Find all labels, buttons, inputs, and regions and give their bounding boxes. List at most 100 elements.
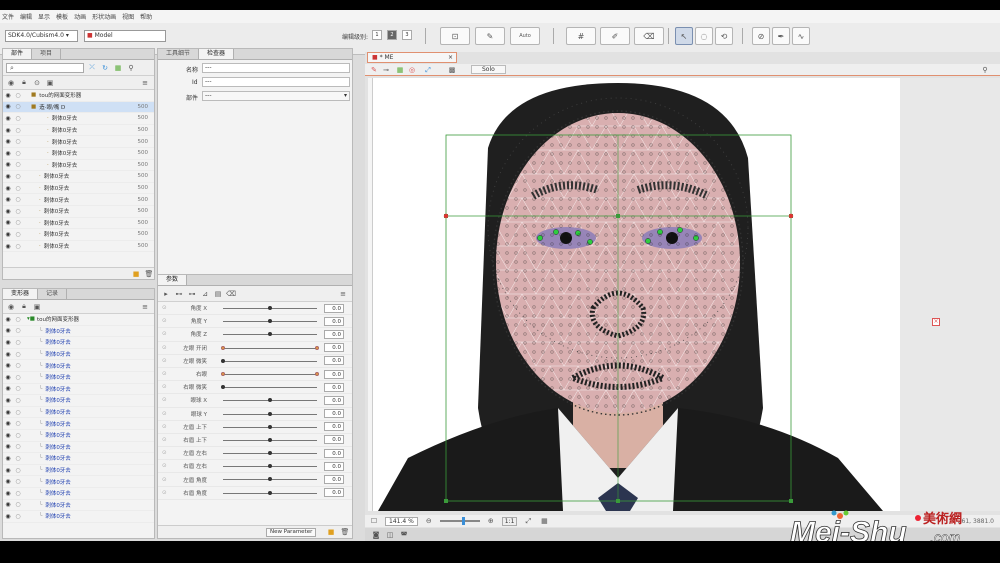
- part-row[interactable]: ◉ ○ · 刺体0牙去 500: [3, 194, 154, 206]
- eye-icon[interactable]: ◉: [3, 316, 13, 323]
- sdk-version-select[interactable]: SDK4.0/Cubism4.0 ▾: [5, 30, 78, 42]
- keyform-remove-icon[interactable]: ⊶: [187, 289, 197, 299]
- parameter-slider[interactable]: [223, 347, 317, 349]
- zoom-slider[interactable]: [439, 517, 480, 525]
- parameter-slider-handle[interactable]: [268, 464, 272, 469]
- menu-item[interactable]: 文件: [2, 12, 14, 21]
- eye-icon[interactable]: ◉: [6, 78, 16, 88]
- part-row[interactable]: ◉ ○ · 刺体0牙去 500: [3, 241, 154, 253]
- part-select[interactable]: --- ▾: [202, 91, 350, 101]
- model-select[interactable]: ■ Model: [84, 30, 166, 42]
- parameter-slider[interactable]: [223, 373, 317, 375]
- parameter-slider-handle[interactable]: [268, 306, 272, 310]
- part-row[interactable]: ◉ ○ · 刺体0牙去 500: [3, 148, 154, 160]
- eye-icon[interactable]: ◉: [3, 115, 13, 122]
- camera-icon[interactable]: ◙: [371, 530, 381, 540]
- part-row[interactable]: ◉ ○ · 刺体0牙去 500: [3, 229, 154, 241]
- eye-icon[interactable]: ◉: [3, 138, 13, 145]
- eye-icon[interactable]: ◉: [3, 420, 13, 427]
- name-field[interactable]: ---: [202, 63, 350, 73]
- parameter-row[interactable]: ⊙ 角度 X 0.0: [158, 302, 352, 316]
- lock-icon[interactable]: ○: [13, 443, 23, 450]
- parameter-slider-handle[interactable]: [268, 451, 272, 456]
- parameter-value[interactable]: 0.0: [324, 395, 344, 405]
- eraser-icon[interactable]: ◎: [407, 65, 417, 75]
- parameter-row[interactable]: ⊙ 右眉 上下 0.0: [158, 434, 352, 448]
- pin-icon[interactable]: ⚲: [980, 65, 990, 75]
- eye-icon[interactable]: ◉: [3, 351, 13, 358]
- zoom-in-icon[interactable]: ⊕: [486, 516, 496, 526]
- eye-icon[interactable]: ◉: [6, 302, 16, 312]
- trash-icon[interactable]: ⌫: [226, 289, 236, 299]
- parameter-row[interactable]: ⊙ 角度 Y 0.0: [158, 315, 352, 329]
- parameter-slider-handle[interactable]: [268, 490, 272, 495]
- deformer-row[interactable]: ◉ ○ └ 刺体0牙去: [3, 500, 154, 512]
- filter-icon[interactable]: ⤫: [87, 63, 97, 73]
- deformer-row[interactable]: ◉ ○ └ 刺体0牙去: [3, 418, 154, 430]
- tab-tool-details[interactable]: 工具细节: [158, 49, 200, 59]
- lock-icon[interactable]: ○: [13, 420, 23, 427]
- id-field[interactable]: ---: [202, 77, 350, 87]
- lock-icon[interactable]: ○: [13, 173, 23, 180]
- parameter-slider-handle[interactable]: [221, 371, 225, 376]
- record-icon[interactable]: ◚: [399, 530, 409, 540]
- eye-icon[interactable]: ◉: [3, 513, 13, 520]
- parameter-value[interactable]: 0.0: [324, 356, 344, 366]
- parameter-row[interactable]: ⊙ 右眉 角度 0.0: [158, 487, 352, 500]
- parameter-value[interactable]: 0.0: [324, 475, 344, 485]
- parameter-value[interactable]: 0.0: [324, 422, 344, 432]
- eye-icon[interactable]: ◉: [3, 127, 13, 134]
- lock-icon[interactable]: ○: [13, 115, 23, 122]
- link-tool-button[interactable]: ∿: [792, 27, 810, 45]
- actual-size-button[interactable]: 1:1: [501, 516, 518, 526]
- lock-icon[interactable]: ○: [13, 243, 23, 250]
- part-row[interactable]: ◉ ○ · 刺体0牙去 500: [3, 136, 154, 148]
- lock-icon[interactable]: ○: [13, 219, 23, 226]
- parameter-value[interactable]: 0.0: [324, 343, 344, 353]
- menu-item[interactable]: 模板: [56, 12, 68, 21]
- close-marker-icon[interactable]: ×: [932, 318, 940, 326]
- eye-icon[interactable]: ◉: [3, 161, 13, 168]
- lock-icon[interactable]: 🔒︎: [19, 302, 29, 312]
- edit-level-2[interactable]: 2: [387, 30, 397, 40]
- folder-icon[interactable]: ■: [326, 527, 336, 537]
- trash-icon[interactable]: 🗑︎: [340, 527, 350, 537]
- lock-icon[interactable]: ○: [13, 455, 23, 462]
- deformer-row[interactable]: ◉ ○ └ 刺体0牙去: [3, 372, 154, 384]
- parameter-slider-handle[interactable]: [268, 424, 272, 429]
- menu-item[interactable]: 形状动画: [92, 12, 116, 21]
- parameter-row[interactable]: ⊙ 眼球 X 0.0: [158, 394, 352, 408]
- menu-item[interactable]: 视图: [122, 12, 134, 21]
- lock-icon[interactable]: ○: [13, 467, 23, 474]
- deformer-row[interactable]: ◉ ○ └ 刺体0牙去: [3, 395, 154, 407]
- parameter-value[interactable]: 0.0: [324, 369, 344, 379]
- parameter-row[interactable]: ⊙ 角度 Z 0.0: [158, 328, 352, 342]
- mesh-edit-button[interactable]: ⊡: [440, 27, 470, 45]
- lock-icon[interactable]: ○: [13, 478, 23, 485]
- pen-tool-button[interactable]: ✒: [772, 27, 790, 45]
- grid-button[interactable]: #: [566, 27, 596, 45]
- menu-icon[interactable]: ≡: [338, 289, 348, 299]
- eye-icon[interactable]: ◉: [3, 397, 13, 404]
- parameter-slider-handle[interactable]: [221, 345, 225, 350]
- deformer-row[interactable]: ◉ ○ └ 刺体0牙去: [3, 488, 154, 500]
- lock-icon[interactable]: ○: [13, 501, 23, 508]
- zoom-out-icon[interactable]: ⊖: [424, 516, 434, 526]
- parameter-slider-handle[interactable]: [268, 332, 272, 337]
- brush-button[interactable]: ✐: [600, 27, 630, 45]
- select-tool-button[interactable]: ↖: [675, 27, 693, 45]
- parameter-value[interactable]: 0.0: [324, 409, 344, 419]
- parameter-row[interactable]: ⊙ 左眉 上下 0.0: [158, 421, 352, 434]
- parameter-slider[interactable]: [223, 387, 317, 389]
- eye-icon[interactable]: ◉: [3, 490, 13, 497]
- lock-icon[interactable]: ○: [13, 138, 23, 145]
- tab-history[interactable]: 记录: [38, 289, 68, 299]
- parameter-row[interactable]: ⊙ 左眼 微笑 0.0: [158, 355, 352, 368]
- new-folder-icon[interactable]: ▣: [45, 78, 55, 88]
- model-artwork[interactable]: [368, 78, 888, 511]
- edit-level-1[interactable]: 1: [372, 30, 382, 40]
- deformer-root-row[interactable]: ◉ ○ ▾■ tou的网面变形器: [3, 314, 154, 326]
- eye-icon[interactable]: ◉: [3, 455, 13, 462]
- parameter-value[interactable]: 0.0: [324, 303, 344, 313]
- lock-icon[interactable]: ○: [13, 161, 23, 168]
